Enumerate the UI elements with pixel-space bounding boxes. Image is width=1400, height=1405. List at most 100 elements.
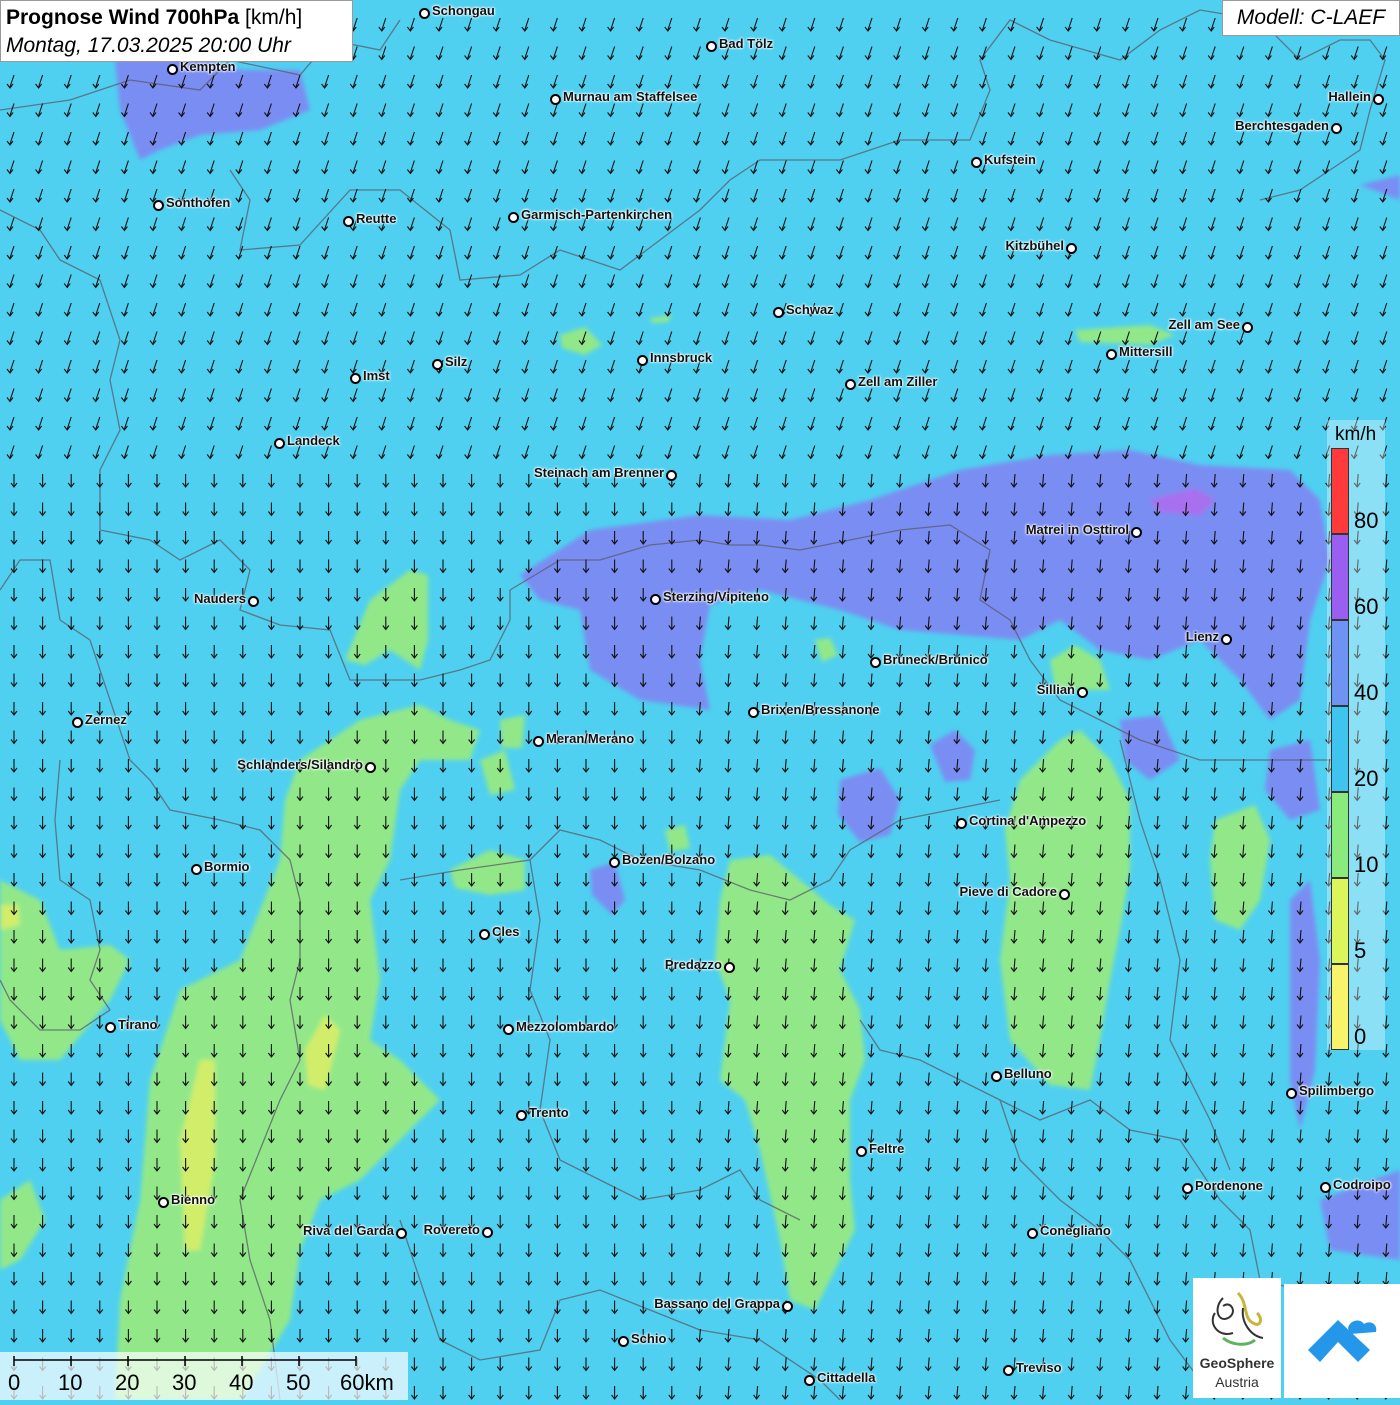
app-logo[interactable] xyxy=(1284,1284,1400,1398)
legend-tick: 80 xyxy=(1354,508,1379,533)
city-marker xyxy=(1320,1182,1331,1193)
city-marker xyxy=(191,864,202,875)
legend-tick: 0 xyxy=(1354,1024,1367,1049)
city-label: Sonthofen xyxy=(166,195,231,210)
city-label: Feltre xyxy=(869,1141,905,1156)
city-marker xyxy=(1286,1088,1297,1099)
city-marker xyxy=(343,216,354,227)
logo-name: GeoSphere xyxy=(1199,1355,1275,1371)
city-marker xyxy=(637,355,648,366)
city-label: Bozen/Bolzano xyxy=(622,852,716,867)
city-marker xyxy=(1106,349,1117,360)
city-marker xyxy=(533,736,544,747)
logo-country: Austria xyxy=(1215,1374,1259,1390)
city-label: Cortina d'Ampezzo xyxy=(969,813,1087,828)
city-label: Silz xyxy=(445,354,468,369)
city-label: Spilimbergo xyxy=(1299,1083,1375,1098)
city-label: Lienz xyxy=(1185,629,1219,644)
city-marker xyxy=(550,94,561,105)
scale-label: 40 xyxy=(229,1370,254,1395)
city-marker xyxy=(479,929,490,940)
city-marker xyxy=(1131,527,1142,538)
legend: km/h 80 60 40 20 10 5 0 xyxy=(1327,420,1385,1050)
city-marker xyxy=(1027,1228,1038,1239)
scale-label: 0 xyxy=(8,1370,21,1395)
city-marker xyxy=(1066,243,1077,254)
city-label: Rovereto xyxy=(423,1222,480,1237)
scale-label: 10 xyxy=(58,1370,83,1395)
legend-tick: 40 xyxy=(1354,680,1379,705)
city-marker xyxy=(516,1110,527,1121)
city-marker xyxy=(782,1301,793,1312)
city-label: Imst xyxy=(363,368,390,383)
city-label: Kufstein xyxy=(984,152,1036,167)
city-label: Sillian xyxy=(1036,682,1075,697)
city-marker xyxy=(706,41,717,52)
scale-label: 60km xyxy=(340,1370,394,1395)
city-marker xyxy=(748,707,759,718)
geosphere-logo[interactable]: GeoSphere Austria xyxy=(1193,1278,1281,1398)
city-marker xyxy=(856,1146,867,1157)
city-marker xyxy=(158,1197,169,1208)
legend-bar-segment-5 xyxy=(1331,878,1349,964)
city-marker xyxy=(1242,322,1253,333)
city-label: Bassano del Grappa xyxy=(654,1296,780,1311)
city-label: Bruneck/Brunico xyxy=(883,652,988,667)
city-label: Kitzbühel xyxy=(1005,238,1065,253)
legend-tick: 10 xyxy=(1354,852,1379,877)
scale-label: 30 xyxy=(172,1370,197,1395)
map-title: Prognose Wind 700hPa xyxy=(6,6,240,29)
city-label: Zell am See xyxy=(1168,317,1240,332)
city-label: Cles xyxy=(492,924,520,939)
city-marker xyxy=(350,373,361,384)
legend-tick: 20 xyxy=(1354,766,1379,791)
city-marker xyxy=(1003,1365,1014,1376)
city-marker xyxy=(396,1228,407,1239)
city-label: Cittadella xyxy=(817,1370,876,1385)
city-label: Matrei in Osttirol xyxy=(1025,522,1129,537)
city-marker xyxy=(419,8,430,19)
city-label: Bienno xyxy=(171,1192,216,1207)
city-marker xyxy=(804,1375,815,1386)
city-label: Sterzing/Vipiteno xyxy=(663,589,769,604)
city-label: Trento xyxy=(529,1105,569,1120)
legend-bar-segment-0 xyxy=(1331,448,1349,534)
city-marker xyxy=(248,596,259,607)
city-marker xyxy=(105,1022,116,1033)
city-label: Conegliano xyxy=(1040,1223,1111,1238)
city-label: Murnau am Staffelsee xyxy=(563,89,698,104)
legend-bar-segment-2 xyxy=(1331,620,1349,706)
title-box: Prognose Wind 700hPa [km/h] Montag, 17.0… xyxy=(0,0,353,62)
city-marker xyxy=(870,657,881,668)
city-marker xyxy=(365,762,376,773)
city-label: Mittersill xyxy=(1119,344,1173,359)
city-marker xyxy=(508,212,519,223)
city-marker xyxy=(167,64,178,75)
city-label: Berchtesgaden xyxy=(1235,118,1329,133)
scale-bar: 0 10 20 30 40 50 60km xyxy=(0,1352,408,1400)
city-marker xyxy=(666,470,677,481)
city-marker xyxy=(1077,687,1088,698)
city-label: Pordenone xyxy=(1195,1178,1263,1193)
city-marker xyxy=(956,818,967,829)
city-label: Brixen/Bressanone xyxy=(761,702,880,717)
geosphere-logo-icon xyxy=(1211,1291,1264,1346)
city-marker xyxy=(503,1024,514,1035)
legend-bar-segment-1 xyxy=(1331,534,1349,620)
model-label: Modell: C-LAEF xyxy=(1222,0,1400,36)
city-label: Reutte xyxy=(356,211,397,226)
city-label: Schio xyxy=(631,1331,667,1346)
city-label: Zell am Ziller xyxy=(858,374,938,389)
city-marker xyxy=(1059,889,1070,900)
map-title-unit: [km/h] xyxy=(245,6,303,29)
city-label: Innsbruck xyxy=(650,350,713,365)
legend-bar-segment-4 xyxy=(1331,792,1349,878)
city-label: Schlanders/Silandro xyxy=(237,757,363,772)
forecast-date: Montag, 17.03.2025 20:00 Uhr xyxy=(6,34,291,57)
scale-label: 20 xyxy=(115,1370,140,1395)
city-marker xyxy=(72,717,83,728)
field-10-20-blob-3 xyxy=(500,715,525,748)
legend-tick: 5 xyxy=(1354,938,1367,963)
city-marker xyxy=(724,962,735,973)
city-label: Zernez xyxy=(85,712,127,727)
